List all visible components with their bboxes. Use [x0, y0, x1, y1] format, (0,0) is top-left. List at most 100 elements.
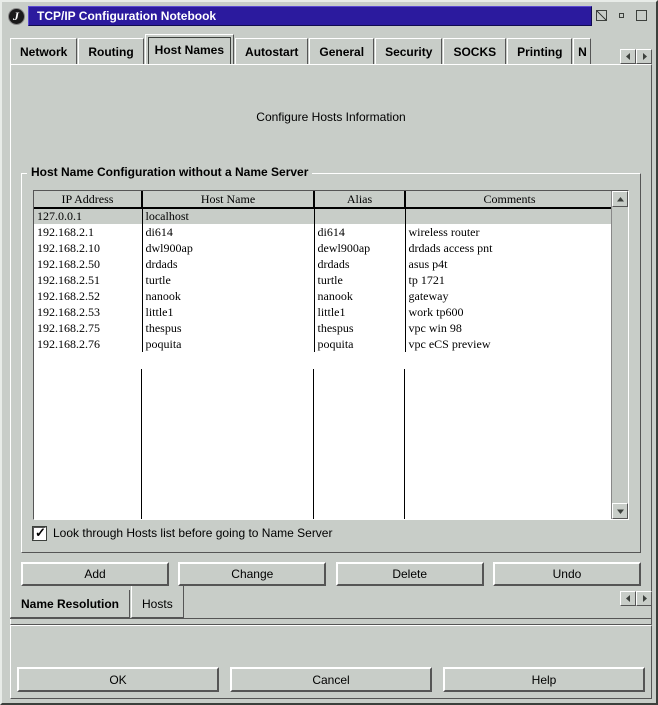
hide-button[interactable]	[594, 7, 611, 25]
table-row[interactable]: 192.168.2.76 poquita poquita vpc eCS previe…	[34, 336, 611, 352]
cell-alias: little1	[314, 304, 406, 320]
top-tab-general[interactable]: General	[309, 38, 375, 65]
top-tab-label: SOCKS	[453, 45, 497, 59]
notebook-page: Configure Hosts Information Host Name Co…	[10, 64, 652, 625]
top-tab-autostart[interactable]: Autostart	[235, 38, 309, 65]
scrollbar-track[interactable]	[612, 207, 628, 503]
triangle-down-icon	[616, 509, 624, 514]
table-row[interactable]: 192.168.2.10 dwl900ap dewl900ap drdads acce…	[34, 240, 611, 256]
scroll-down-button[interactable]	[612, 503, 628, 519]
top-tab-row: Network Routing Host Names Autostart General…	[10, 32, 652, 65]
table-row[interactable]: 192.168.2.51 turtle turtle tp 1721	[34, 272, 611, 288]
table-column-header[interactable]: Alias	[314, 191, 406, 209]
table-row[interactable]: 192.168.2.53 little1 little1 work tp600	[34, 304, 611, 320]
bottom-tab-scroll-buttons	[620, 591, 652, 606]
system-menu-icon: J	[7, 7, 25, 25]
cell-comments: asus p4t	[405, 256, 611, 272]
table-row[interactable]: 127.0.0.1 localhost	[34, 208, 611, 224]
add-button[interactable]: Add	[21, 562, 169, 586]
page-title: Configure Hosts Information	[256, 110, 406, 124]
help-button[interactable]: Help	[443, 667, 645, 692]
scroll-up-button[interactable]	[612, 191, 628, 207]
top-tab-printing[interactable]: Printing	[507, 38, 573, 65]
cell-host-name: di614	[142, 224, 315, 240]
top-tab-label: Routing	[88, 45, 134, 59]
bottom-tab-name-resolution[interactable]: Name Resolution	[10, 590, 131, 618]
top-tab-label: Autostart	[245, 45, 299, 59]
table-column-header[interactable]: IP Address	[34, 191, 143, 209]
cell-alias	[314, 208, 406, 224]
cell-host-name: little1	[142, 304, 315, 320]
undo-button[interactable]: Undo	[492, 562, 641, 586]
cell-ip-address: 192.168.2.52	[34, 288, 143, 304]
lookup-hosts-checkbox-row[interactable]: ✓ Look through Hosts list before going t…	[32, 525, 333, 541]
cell-alias: di614	[314, 224, 406, 240]
hosts-table-container: IP Address Host Name Alias Comments 127.0.0…	[33, 190, 629, 520]
bottom-tab-strip: Name Resolution Hosts	[10, 586, 652, 625]
change-button[interactable]: Change	[178, 562, 327, 586]
title-strip: TCP/IP Configuration Notebook	[28, 6, 592, 26]
ok-button[interactable]: OK	[17, 667, 219, 692]
top-tab-network[interactable]: Network	[10, 38, 78, 65]
top-tab-scroll-right-button[interactable]	[636, 49, 652, 64]
cell-ip-address: 192.168.2.53	[34, 304, 143, 320]
maximize-icon	[636, 9, 647, 21]
cancel-button[interactable]: Cancel	[230, 667, 432, 692]
cell-ip-address: 127.0.0.1	[34, 208, 143, 224]
top-tab-socks[interactable]: SOCKS	[443, 38, 507, 65]
dialog-buttons: OK Cancel Help	[17, 667, 645, 692]
cell-comments: tp 1721	[405, 272, 611, 288]
top-tab-host-names[interactable]: Host Names	[144, 34, 235, 65]
dialog-footer: OK Cancel Help	[10, 625, 652, 699]
minimize-button[interactable]	[614, 7, 631, 25]
table-row[interactable]: 192.168.2.52 nanook nanook gateway	[34, 288, 611, 304]
cell-host-name: thespus	[142, 320, 315, 336]
bottom-tab-scroll-left-button[interactable]	[620, 591, 636, 606]
cell-alias: thespus	[314, 320, 406, 336]
table-column-header[interactable]: Host Name	[142, 191, 315, 209]
system-menu-button[interactable]: J	[6, 6, 26, 26]
table-body: 127.0.0.1 localhost 192.168.2.1 di614 di614 w…	[34, 208, 611, 352]
hosts-table-viewport[interactable]: IP Address Host Name Alias Comments 127.0.0…	[34, 191, 612, 519]
lookup-hosts-checkbox-label: Look through Hosts list before going to …	[53, 526, 333, 540]
table-empty-area	[34, 369, 611, 519]
group-title: Host Name Configuration without a Name S…	[27, 165, 313, 179]
record-action-buttons: Add Change Delete Undo	[21, 562, 641, 586]
hosts-table: IP Address Host Name Alias Comments 127.0.0…	[34, 191, 611, 352]
cell-comments: drdads access pnt	[405, 240, 611, 256]
cell-ip-address: 192.168.2.10	[34, 240, 143, 256]
window-title: TCP/IP Configuration Notebook	[37, 9, 217, 23]
top-tab-n[interactable]: N	[573, 38, 592, 65]
top-tab-scroll-buttons	[620, 49, 652, 64]
title-bar: J TCP/IP Configuration Notebook	[4, 4, 654, 28]
table-row[interactable]: 192.168.2.1 di614 di614 wireless router	[34, 224, 611, 240]
delete-button[interactable]: Delete	[335, 562, 484, 586]
bottom-tab-scroll-right-button[interactable]	[636, 591, 652, 606]
cell-alias: drdads	[314, 256, 406, 272]
cell-host-name: drdads	[142, 256, 315, 272]
cell-host-name: poquita	[142, 336, 315, 352]
top-tab-strip: Network Routing Host Names Autostart General…	[10, 32, 652, 65]
table-column-header[interactable]: Comments	[405, 191, 611, 209]
cell-alias: dewl900ap	[314, 240, 406, 256]
top-tab-routing[interactable]: Routing	[78, 38, 144, 65]
top-tab-security[interactable]: Security	[375, 38, 443, 65]
host-name-configuration-group: Host Name Configuration without a Name S…	[21, 165, 641, 553]
cell-ip-address: 192.168.2.50	[34, 256, 143, 272]
cell-host-name: nanook	[142, 288, 315, 304]
lookup-hosts-checkbox[interactable]: ✓	[32, 525, 47, 541]
bottom-tab-hosts[interactable]: Hosts	[131, 586, 184, 618]
cell-comments: vpc eCS preview	[405, 336, 611, 352]
chevron-right-icon	[642, 53, 647, 60]
top-tab-scroll-left-button[interactable]	[620, 49, 636, 64]
table-row[interactable]: 192.168.2.75 thespus thespus vpc win 98	[34, 320, 611, 336]
minimize-icon	[619, 12, 624, 18]
cell-alias: nanook	[314, 288, 406, 304]
maximize-button[interactable]	[634, 7, 651, 25]
hosts-table-scrollbar[interactable]	[612, 191, 628, 519]
application-window: J TCP/IP Configuration Notebook Network R…	[0, 0, 658, 705]
table-row[interactable]: 192.168.2.50 drdads drdads asus p4t	[34, 256, 611, 272]
hide-icon	[596, 9, 607, 21]
triangle-up-icon	[616, 196, 624, 201]
cell-comments	[405, 208, 611, 224]
